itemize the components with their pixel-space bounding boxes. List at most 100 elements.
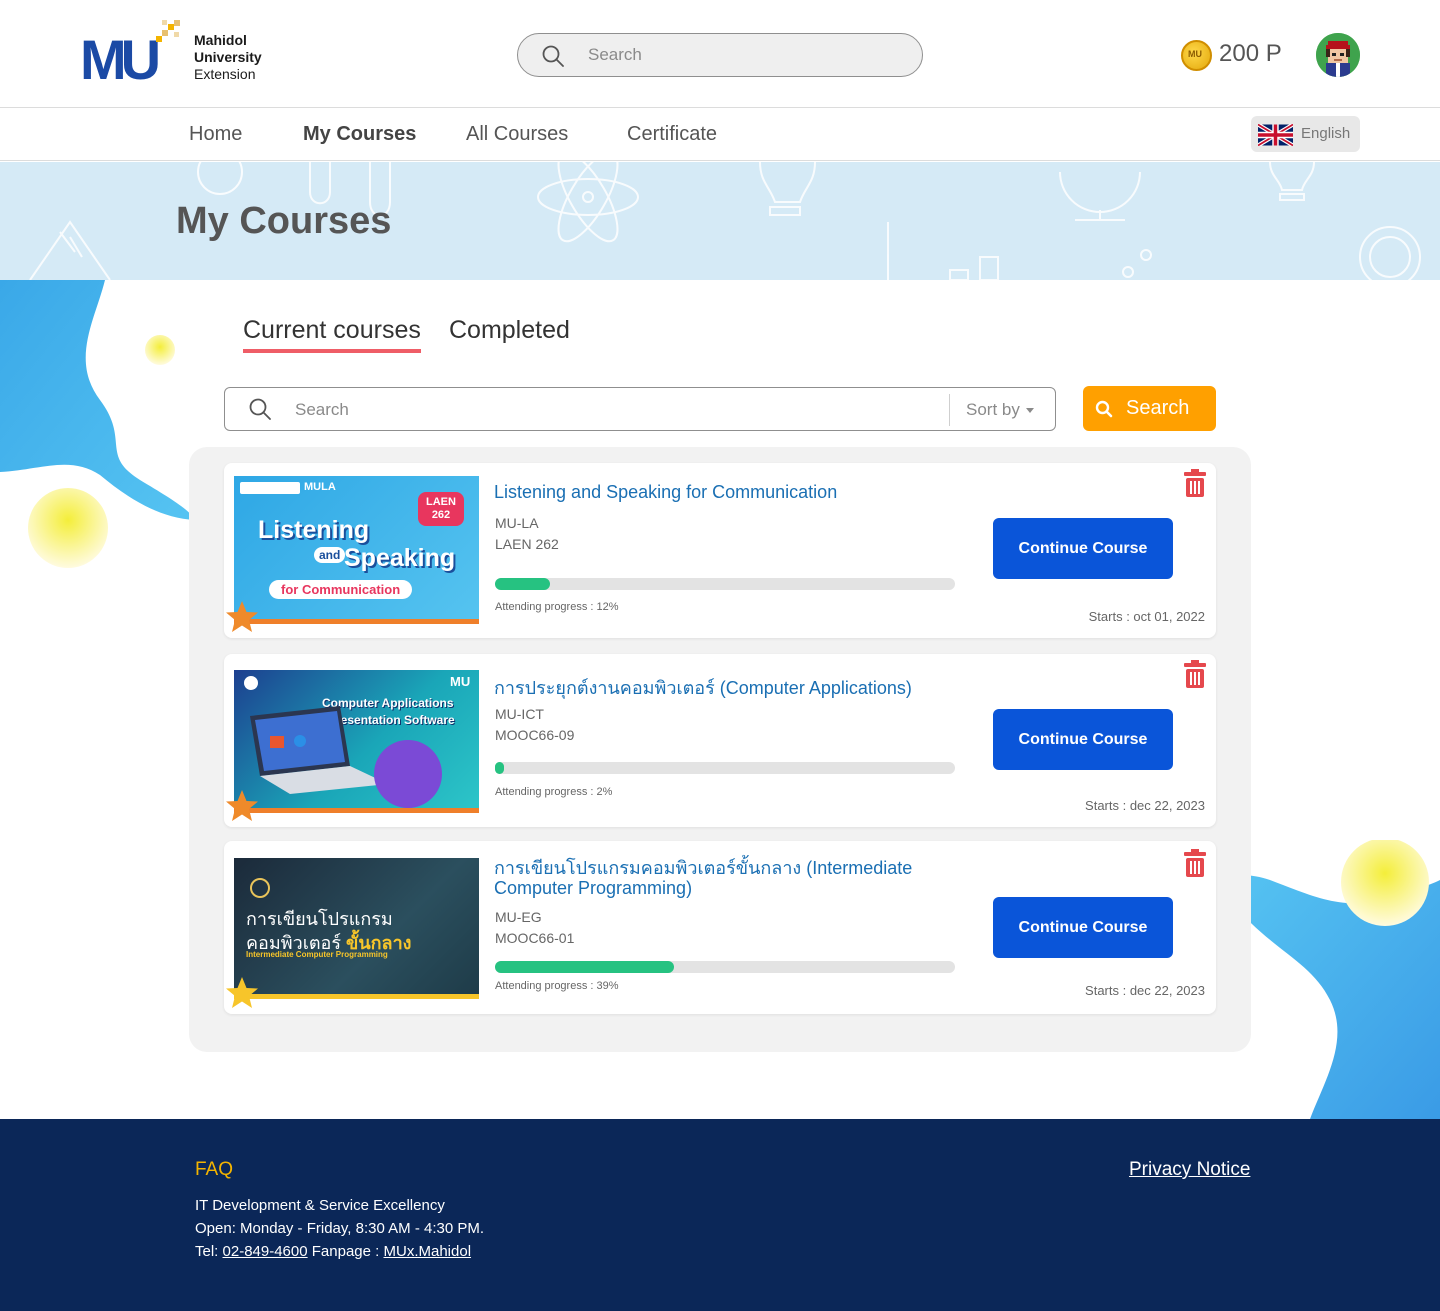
- course-code: MOOC66-01: [495, 930, 575, 946]
- nav-all-courses[interactable]: All Courses: [466, 123, 568, 146]
- tel-label: Tel:: [195, 1243, 219, 1260]
- thumb-university-seal: [244, 676, 258, 690]
- header-search-box[interactable]: [517, 33, 923, 77]
- fanpage-label: Fanpage :: [311, 1243, 380, 1260]
- thumb-title-line-2: and: [314, 547, 346, 563]
- thumb-course-badge: LAEN 262: [418, 492, 464, 526]
- caret-down-icon: [1025, 408, 1034, 414]
- faq-link[interactable]: FAQ: [195, 1159, 233, 1181]
- progress-fill: [495, 961, 675, 973]
- thumb-university-seal: [240, 482, 300, 494]
- thumb-accent-bar: [234, 994, 479, 999]
- search-button[interactable]: Search: [1083, 386, 1216, 431]
- sort-by-label: Sort by: [966, 400, 1020, 419]
- favorite-star-icon[interactable]: [224, 975, 260, 1011]
- decorative-blob-left: [0, 280, 195, 568]
- course-search-box[interactable]: Sort by: [224, 387, 1056, 431]
- search-button-label: Search: [1126, 397, 1190, 419]
- thumb-badge-line-1: LAEN: [426, 496, 456, 508]
- course-title[interactable]: Listening and Speaking for Communication: [494, 482, 914, 502]
- course-card: MU Computer Applications Presentation So…: [224, 654, 1216, 827]
- page-banner: My Courses: [0, 162, 1440, 280]
- continue-course-button[interactable]: Continue Course: [993, 518, 1173, 579]
- favorite-star-icon[interactable]: [224, 599, 260, 635]
- tab-completed[interactable]: Completed: [449, 316, 570, 345]
- logo-line-3: Extension: [194, 66, 256, 82]
- logo-line-2: University: [194, 49, 262, 65]
- mahidol-logo[interactable]: MU Mahidol University Extension: [80, 20, 280, 90]
- thumb-tag: MU: [450, 674, 471, 689]
- tel-link[interactable]: 02-849-4600: [223, 1243, 308, 1260]
- logo-mark: MU: [80, 28, 161, 91]
- search-icon: [249, 398, 271, 420]
- continue-course-button[interactable]: Continue Course: [993, 709, 1173, 770]
- logo-line-1: Mahidol: [194, 32, 247, 48]
- laptop-illustration: [250, 706, 388, 794]
- thumb-title-line-3: Speaking: [344, 544, 456, 572]
- search-icon: [542, 45, 564, 67]
- sort-by-dropdown[interactable]: Sort by: [966, 400, 1034, 420]
- progress-bar: [495, 961, 955, 973]
- footer-org-line: IT Development & Service Excellency: [195, 1197, 445, 1214]
- course-org: MU-ICT: [495, 706, 544, 722]
- site-footer: FAQ IT Development & Service Excellency …: [0, 1119, 1440, 1311]
- progress-label: Attending progress : 39%: [495, 980, 619, 992]
- language-label: English: [1301, 125, 1351, 142]
- tab-current-courses[interactable]: Current courses: [243, 316, 421, 353]
- language-switcher[interactable]: English: [1251, 116, 1360, 152]
- points-balance: 200 P: [1219, 40, 1282, 67]
- course-code: LAEN 262: [495, 536, 559, 552]
- course-title[interactable]: การเขียนโปรแกรมคอมพิวเตอร์ขั้นกลาง (Inte…: [494, 858, 914, 898]
- trash-icon[interactable]: [1184, 469, 1206, 497]
- thumb-accent-bar: [234, 619, 479, 624]
- course-card: MULA LAEN 262 Listening and Speaking for…: [224, 463, 1216, 638]
- progress-fill: [495, 578, 551, 590]
- avatar-pixel-art: [1316, 33, 1360, 77]
- course-start-date: Starts : dec 22, 2023: [1085, 798, 1205, 813]
- footer-contact-line: Tel: 02-849-4600 Fanpage : MUx.Mahidol: [195, 1243, 471, 1260]
- course-thumbnail[interactable]: MULA LAEN 262 Listening and Speaking for…: [234, 476, 479, 624]
- logo-x-pixels: [156, 20, 180, 42]
- top-header: MU Mahidol University Extension MU: [0, 0, 1440, 108]
- thumb-title-line-4: for Communication: [269, 580, 413, 599]
- privacy-notice-link[interactable]: Privacy Notice: [1129, 1159, 1250, 1181]
- search-icon: [1095, 400, 1113, 418]
- fanpage-link[interactable]: MUx.Mahidol: [384, 1243, 472, 1260]
- favorite-star-icon[interactable]: [224, 788, 260, 824]
- course-org: MU-EG: [495, 909, 542, 925]
- progress-bar: [495, 762, 955, 774]
- header-search-input[interactable]: [588, 42, 888, 68]
- course-search-input[interactable]: [295, 397, 895, 423]
- logo-text: Mahidol University Extension: [194, 32, 262, 83]
- user-avatar[interactable]: [1316, 33, 1360, 77]
- course-thumbnail[interactable]: การเขียนโปรแกรม คอมพิวเตอร์ ขั้นกลาง Int…: [234, 858, 479, 999]
- thumb-accent-bar: [234, 808, 479, 813]
- page-title: My Courses: [176, 200, 392, 242]
- coin-icon: MU: [1181, 40, 1212, 71]
- trash-icon[interactable]: [1184, 660, 1206, 688]
- thumb-university-seal: [250, 878, 270, 898]
- thumb-badge-line-2: 262: [431, 509, 451, 521]
- thumb-title-line-1: Listening: [258, 516, 370, 544]
- course-start-date: Starts : oct 01, 2022: [1088, 609, 1205, 624]
- course-card: การเขียนโปรแกรม คอมพิวเตอร์ ขั้นกลาง Int…: [224, 841, 1216, 1014]
- course-title[interactable]: การประยุกต์งานคอมพิวเตอร์ (Computer Appl…: [494, 678, 954, 698]
- trash-icon[interactable]: [1184, 849, 1206, 877]
- progress-bar: [495, 578, 955, 590]
- progress-label: Attending progress : 2%: [495, 786, 613, 798]
- nav-home[interactable]: Home: [189, 123, 242, 146]
- course-start-date: Starts : dec 22, 2023: [1085, 983, 1205, 998]
- progress-label: Attending progress : 12%: [495, 601, 619, 613]
- course-thumbnail[interactable]: MU Computer Applications Presentation So…: [234, 670, 479, 813]
- nav-my-courses[interactable]: My Courses: [303, 123, 416, 146]
- footer-hours-line: Open: Monday - Friday, 8:30 AM - 4:30 PM…: [195, 1220, 485, 1237]
- continue-course-button[interactable]: Continue Course: [993, 897, 1173, 958]
- course-code: MOOC66-09: [495, 727, 575, 743]
- thumb-title-line-3: Intermediate Computer Programming: [246, 950, 388, 959]
- course-org: MU-LA: [495, 515, 539, 531]
- thumb-tag: MULA: [304, 481, 336, 493]
- progress-fill: [495, 762, 505, 774]
- nav-certificate[interactable]: Certificate: [627, 123, 717, 146]
- instructor-photo: [374, 740, 442, 808]
- uk-flag-icon: [1258, 124, 1293, 146]
